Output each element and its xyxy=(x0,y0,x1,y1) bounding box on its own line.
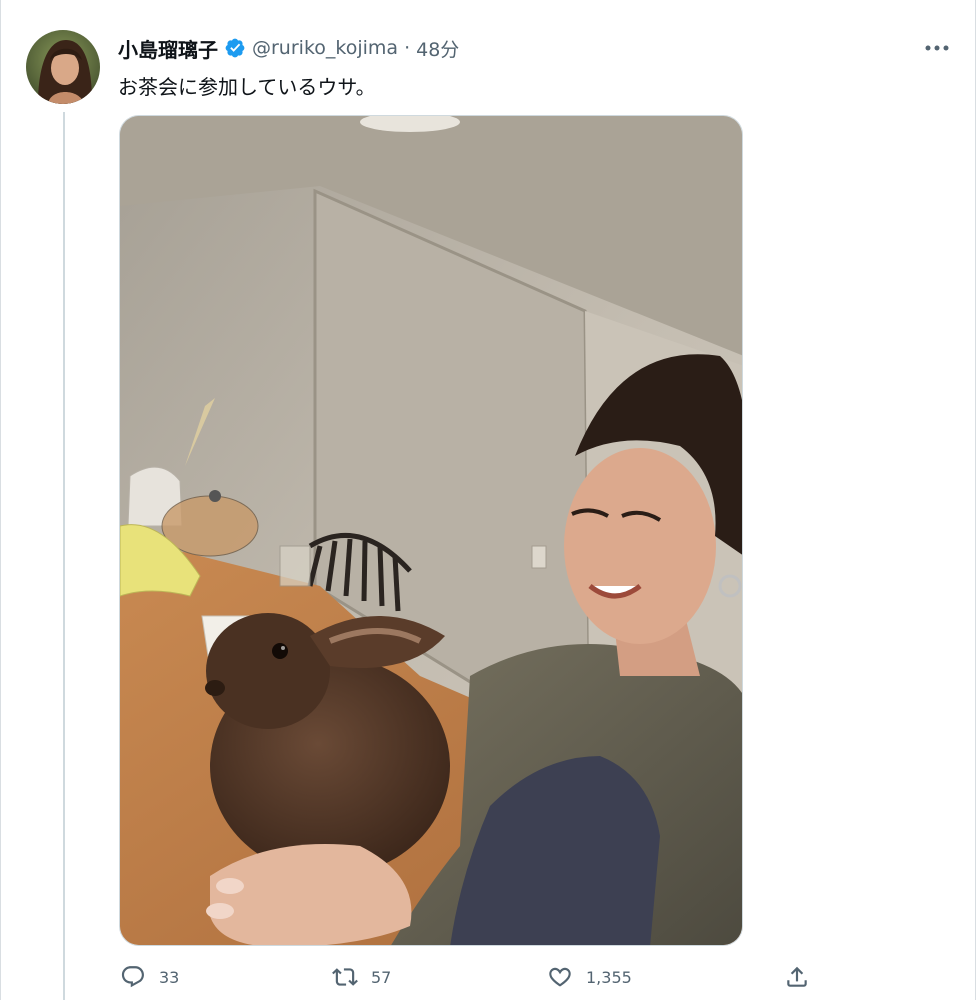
author-handle[interactable]: @ruriko_kojima xyxy=(252,37,398,59)
more-icon xyxy=(925,45,949,51)
thread-line xyxy=(63,112,65,1000)
like-icon xyxy=(549,967,571,987)
reply-icon xyxy=(121,966,144,988)
more-button[interactable] xyxy=(921,36,953,60)
like-button[interactable]: 1,355 xyxy=(547,964,632,990)
retweet-count: 57 xyxy=(371,967,392,987)
retweet-icon xyxy=(332,968,358,986)
tweet-header: 小島瑠璃子 @ruriko_kojima · 48分 xyxy=(118,33,459,63)
tweet-photo[interactable] xyxy=(119,115,743,946)
left-border xyxy=(0,0,1,1000)
tweet-action-bar: 33 57 1,355 xyxy=(0,964,976,1000)
retweet-button[interactable]: 57 xyxy=(332,964,391,990)
avatar[interactable] xyxy=(26,30,100,104)
separator-dot: · xyxy=(404,37,411,59)
reply-count: 33 xyxy=(159,967,180,987)
share-button[interactable] xyxy=(784,964,810,990)
timestamp[interactable]: 48分 xyxy=(416,35,459,62)
tweet-text: お茶会に参加しているウサ。 xyxy=(118,75,376,99)
verified-badge-icon xyxy=(225,38,245,58)
share-icon xyxy=(787,966,807,987)
like-count: 1,355 xyxy=(586,967,632,987)
reply-button[interactable]: 33 xyxy=(120,964,179,990)
author-name[interactable]: 小島瑠璃子 xyxy=(118,34,218,63)
